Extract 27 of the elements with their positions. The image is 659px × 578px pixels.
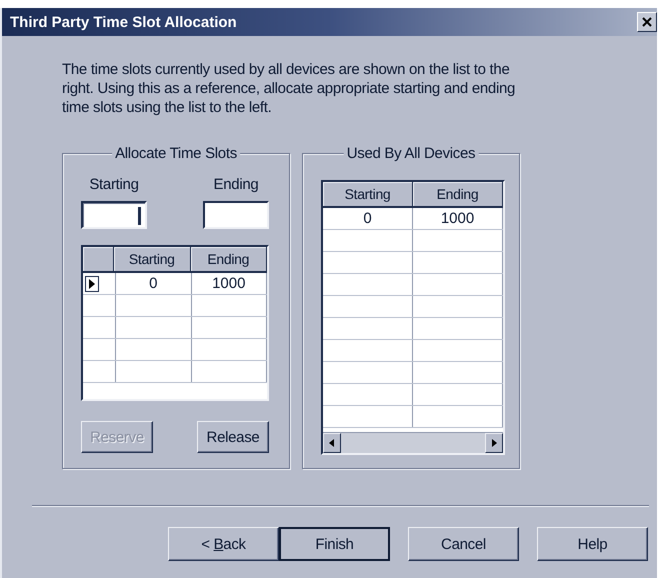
table-cell: 1000	[192, 273, 267, 294]
current-row-icon	[85, 276, 99, 292]
table-cell: 0	[323, 208, 413, 229]
column-header[interactable]: Ending	[413, 182, 503, 206]
window-title: Third Party Time Slot Allocation	[10, 14, 237, 30]
field-label: Starting	[89, 176, 139, 193]
table-cell: 1000	[413, 208, 503, 229]
horizontal-scrollbar[interactable]	[323, 432, 503, 453]
instructions-text: The time slots currently used by all devices are shown on the list to the right. Using this as a reference, allocate appropriate starting and ending time slots using the list to the left.	[62, 60, 516, 117]
wizard-button[interactable]: Cancel	[408, 527, 519, 561]
column-header[interactable]: Ending	[190, 247, 267, 271]
field-label: Ending	[214, 176, 258, 193]
close-icon	[642, 17, 652, 27]
table-cell: 0	[116, 273, 192, 294]
input-field[interactable]	[81, 201, 147, 229]
action-button[interactable]: Release	[197, 421, 269, 453]
input-field[interactable]	[203, 201, 269, 229]
scroll-right-icon[interactable]	[491, 439, 497, 447]
scroll-left-icon[interactable]	[329, 439, 335, 447]
wizard-button[interactable]: Finish	[279, 527, 390, 561]
group-title: Used By All Devices	[344, 145, 478, 162]
column-header[interactable]: Starting	[323, 182, 413, 206]
row-selector[interactable]	[83, 273, 116, 294]
wizard-button[interactable]: < Back	[168, 527, 279, 561]
close-button[interactable]	[637, 12, 657, 32]
wizard-button[interactable]: Help	[537, 527, 648, 561]
column-header[interactable]: Starting	[114, 247, 190, 271]
